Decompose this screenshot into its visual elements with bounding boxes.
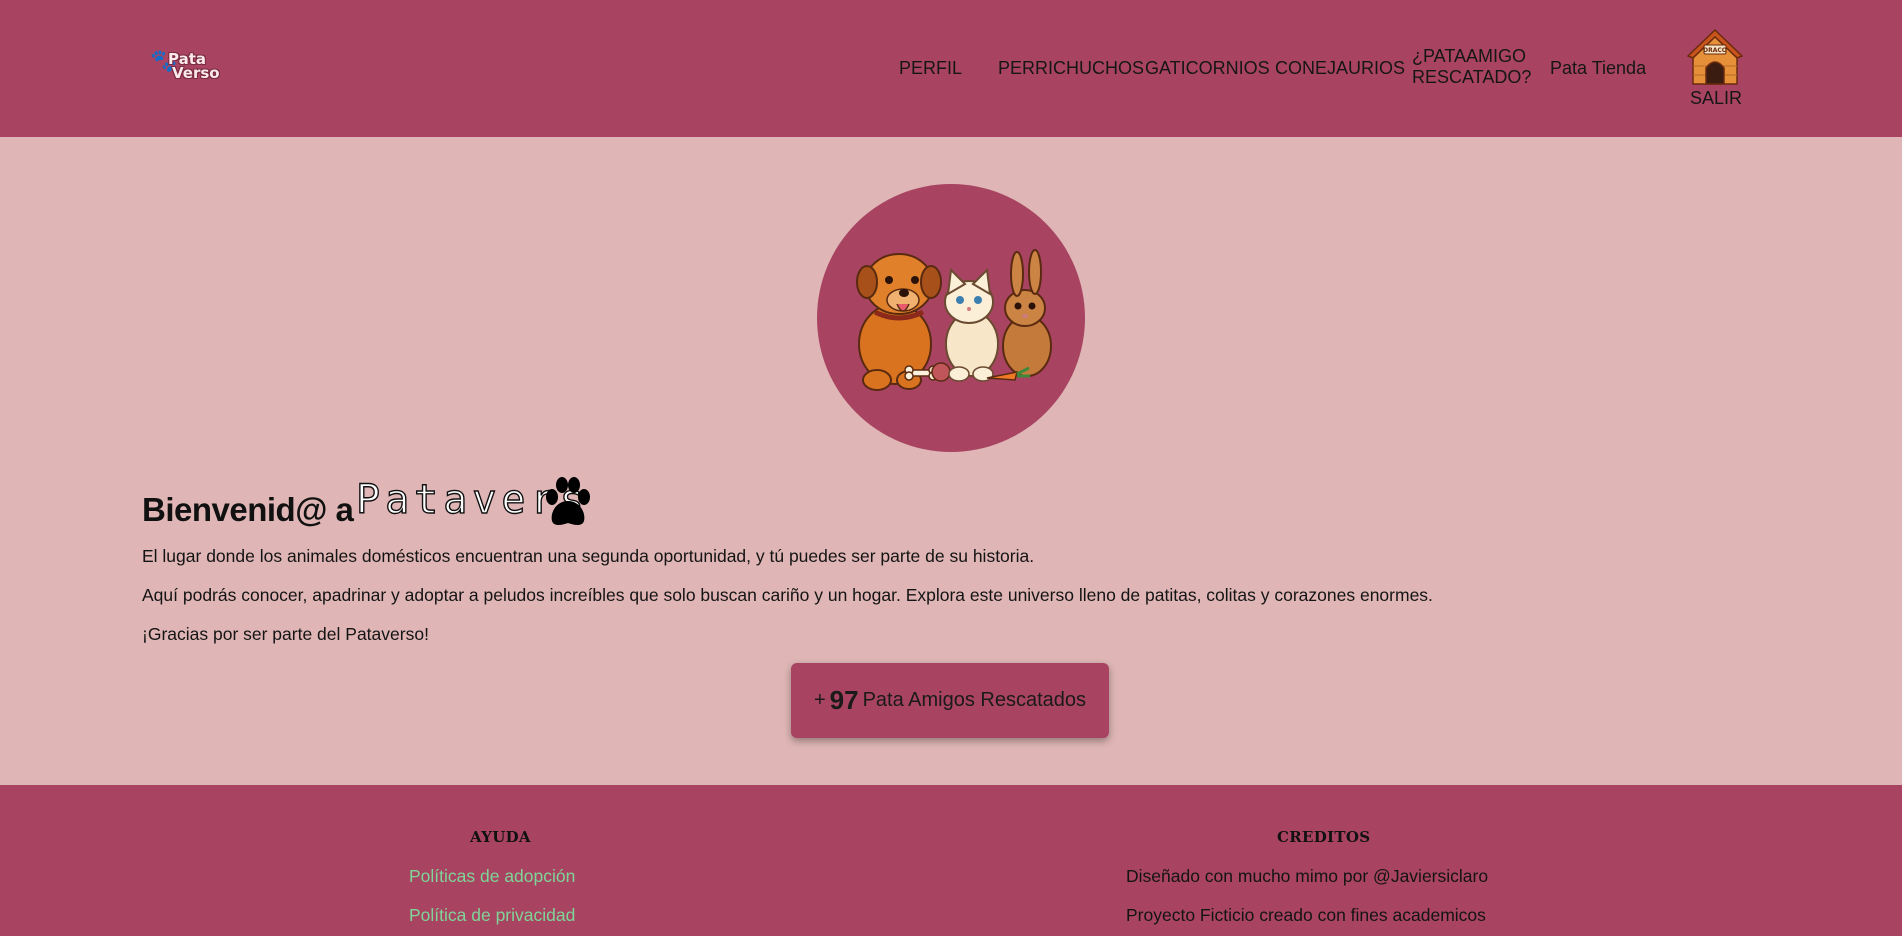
- footer-credits-heading: CREDITOS: [1277, 828, 1371, 846]
- site-footer: AYUDA Políticas de adopción Política de …: [0, 785, 1902, 936]
- pets-illustration: [856, 249, 1052, 391]
- dog-house-icon: DRACO: [1686, 28, 1744, 85]
- nav-item-gaticornios[interactable]: GATICORNIOS: [1145, 57, 1270, 79]
- intro-paragraph-1: El lugar donde los animales domésticos e…: [142, 546, 1035, 566]
- rabbit-illustration: [1002, 249, 1052, 377]
- privacy-policy-link[interactable]: Política de privacidad: [409, 905, 575, 926]
- counter-number: 97: [829, 685, 859, 715]
- nav-item-perrichuchos[interactable]: PERRICHUCHOS: [998, 57, 1144, 79]
- counter-label: Pata Amigos Rescatados: [862, 689, 1087, 711]
- credits-project-text: Proyecto Ficticio creado con fines acade…: [1126, 905, 1486, 925]
- hero-image: [817, 184, 1085, 452]
- logo-text-line2: Verso: [172, 64, 220, 82]
- intro-paragraph-2: Aquí podrás conocer, apadrinar y adoptar…: [142, 585, 1433, 605]
- nav-item-pata-tienda[interactable]: Pata Tienda: [1550, 57, 1646, 79]
- house-sign-text: DRACO: [1703, 47, 1727, 54]
- footer-help-heading: AYUDA: [470, 828, 531, 846]
- nav-item-pataamigo-rescatado[interactable]: ¿PATAAMIGO RESCATADO?: [1412, 46, 1532, 88]
- welcome-text: Bienvenid@ a: [142, 491, 354, 528]
- credits-designer-text: Diseñado con mucho mimo por @Javiersicla…: [1126, 866, 1489, 886]
- nav-item-conejaurios[interactable]: CONEJAURIOS: [1275, 57, 1405, 79]
- rescued-counter: + 97 Pata Amigos Rescatados: [791, 663, 1109, 738]
- yarn-illustration: [931, 362, 951, 382]
- intro-paragraph-3: ¡Gracias por ser parte del Pataverso!: [142, 624, 429, 644]
- logout-button[interactable]: DRACO SALIR: [1684, 28, 1746, 114]
- adoption-policy-link[interactable]: Políticas de adopción: [409, 866, 575, 887]
- paw-icon: [546, 477, 590, 525]
- site-header: 🐾 Pata Verso PERFIL PERRICHUCHOS GATICOR…: [0, 0, 1902, 137]
- pataverso-logo[interactable]: 🐾 Pata Verso: [150, 48, 220, 86]
- logout-label: SALIR: [1690, 88, 1743, 108]
- cat-illustration: [944, 267, 999, 382]
- nav-item-perfil[interactable]: PERFIL: [899, 57, 962, 79]
- counter-prefix: +: [813, 689, 826, 711]
